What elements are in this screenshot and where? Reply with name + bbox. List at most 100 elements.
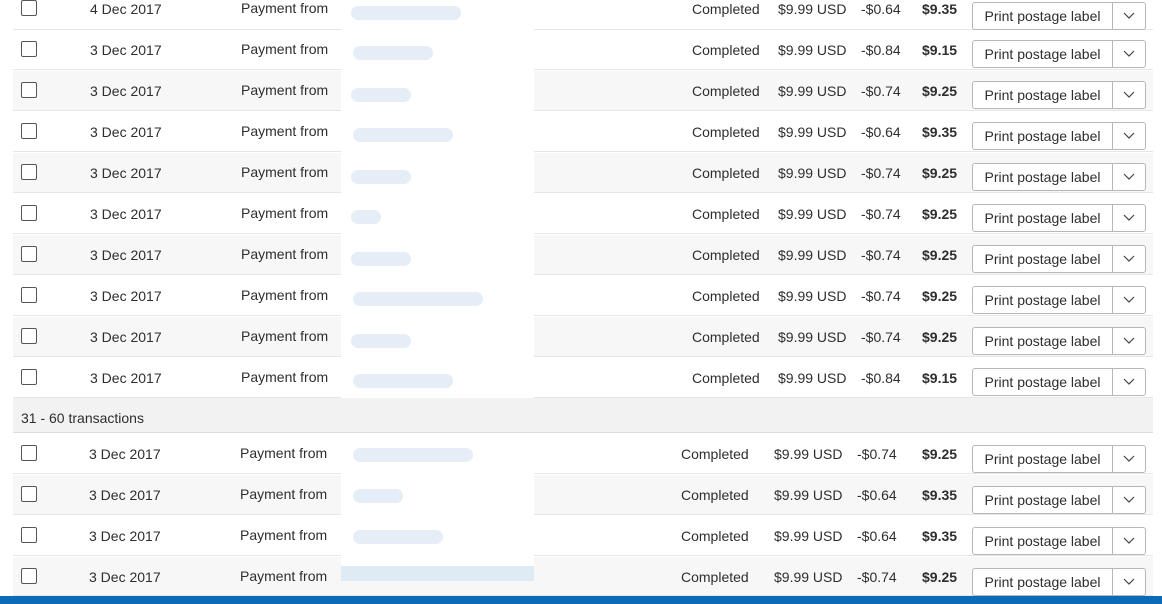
print-postage-label-main[interactable]: Print postage label — [973, 246, 1113, 272]
table-row[interactable]: 3 Dec 2017 Payment from Completed $9.99 … — [13, 557, 1153, 596]
print-postage-label-main[interactable]: Print postage label — [973, 205, 1113, 231]
chevron-down-icon[interactable] — [1113, 487, 1145, 513]
row-checkbox[interactable] — [21, 527, 37, 543]
print-postage-label-button[interactable]: Print postage label — [972, 81, 1146, 109]
table-row[interactable]: 3 Dec 2017 Payment from Completed $9.99 … — [13, 516, 1153, 556]
row-description[interactable]: Payment from — [241, 41, 328, 57]
row-fee: -$0.84 — [861, 370, 901, 386]
row-description[interactable]: Payment from — [241, 205, 328, 221]
row-description[interactable]: Payment from — [241, 123, 328, 139]
print-postage-label-button[interactable]: Print postage label — [972, 163, 1146, 191]
print-postage-label-button[interactable]: Print postage label — [972, 486, 1146, 514]
print-postage-label-main[interactable]: Print postage label — [973, 487, 1113, 513]
table-row[interactable]: 3 Dec 2017 Payment from Completed $9.99 … — [13, 235, 1153, 275]
row-checkbox[interactable] — [21, 0, 37, 16]
row-checkbox[interactable] — [21, 205, 37, 221]
print-postage-label-button[interactable]: Print postage label — [972, 40, 1146, 68]
print-postage-label-main[interactable]: Print postage label — [973, 369, 1113, 395]
chevron-down-icon[interactable] — [1113, 569, 1145, 595]
chevron-down-icon[interactable] — [1113, 246, 1145, 272]
chevron-down-icon[interactable] — [1113, 287, 1145, 313]
row-checkbox[interactable] — [21, 164, 37, 180]
row-checkbox[interactable] — [21, 287, 37, 303]
row-gross: $9.99 USD — [774, 569, 843, 585]
print-postage-label-button[interactable]: Print postage label — [972, 204, 1146, 232]
row-checkbox[interactable] — [21, 445, 37, 461]
chevron-down-icon[interactable] — [1113, 164, 1145, 190]
print-postage-label-main[interactable]: Print postage label — [973, 164, 1113, 190]
print-postage-label-button[interactable]: Print postage label — [972, 245, 1146, 273]
row-gross: $9.99 USD — [778, 1, 847, 17]
row-fee: -$0.64 — [857, 487, 897, 503]
print-postage-label-main[interactable]: Print postage label — [973, 123, 1113, 149]
row-date: 3 Dec 2017 — [90, 247, 162, 263]
table-row[interactable]: 4 Dec 2017 Payment from Completed $9.99 … — [13, 0, 1153, 30]
chevron-down-icon[interactable] — [1113, 3, 1145, 29]
row-checkbox[interactable] — [21, 486, 37, 502]
row-description[interactable]: Payment from — [240, 486, 327, 502]
print-postage-label-button[interactable]: Print postage label — [972, 368, 1146, 396]
row-checkbox[interactable] — [21, 568, 37, 584]
chevron-down-icon[interactable] — [1113, 205, 1145, 231]
chevron-down-icon[interactable] — [1113, 328, 1145, 354]
table-row[interactable]: 3 Dec 2017 Payment from Completed $9.99 … — [13, 475, 1153, 515]
row-description[interactable]: Payment from — [241, 164, 328, 180]
table-row[interactable]: 3 Dec 2017 Payment from Completed $9.99 … — [13, 30, 1153, 70]
print-postage-label-main[interactable]: Print postage label — [973, 287, 1113, 313]
print-postage-label-button[interactable]: Print postage label — [972, 327, 1146, 355]
row-description[interactable]: Payment from — [241, 369, 328, 385]
table-row[interactable]: 3 Dec 2017 Payment from Completed $9.99 … — [13, 358, 1153, 398]
print-postage-label-main[interactable]: Print postage label — [973, 3, 1113, 29]
chevron-down-icon[interactable] — [1113, 82, 1145, 108]
row-checkbox[interactable] — [21, 328, 37, 344]
row-description[interactable]: Payment from — [241, 246, 328, 262]
print-postage-label-main[interactable]: Print postage label — [973, 569, 1113, 595]
row-status: Completed — [692, 206, 760, 222]
row-description[interactable]: Payment from — [241, 82, 328, 98]
chevron-down-icon[interactable] — [1113, 41, 1145, 67]
row-checkbox[interactable] — [21, 123, 37, 139]
row-description[interactable]: Payment from — [240, 527, 327, 543]
table-row[interactable]: 3 Dec 2017 Payment from Completed $9.99 … — [13, 276, 1153, 316]
row-checkbox[interactable] — [21, 246, 37, 262]
row-checkbox[interactable] — [21, 82, 37, 98]
row-gross: $9.99 USD — [778, 370, 847, 386]
print-postage-label-main[interactable]: Print postage label — [973, 528, 1113, 554]
chevron-down-icon[interactable] — [1113, 369, 1145, 395]
print-postage-label-button[interactable]: Print postage label — [972, 122, 1146, 150]
table-row[interactable]: 3 Dec 2017 Payment from Completed $9.99 … — [13, 112, 1153, 152]
row-gross: $9.99 USD — [774, 446, 843, 462]
row-net: $9.15 — [922, 370, 958, 386]
row-description[interactable]: Payment from — [240, 445, 327, 461]
row-date: 3 Dec 2017 — [90, 83, 162, 99]
row-status: Completed — [692, 83, 760, 99]
row-description[interactable]: Payment from — [241, 328, 328, 344]
print-postage-label-main[interactable]: Print postage label — [973, 82, 1113, 108]
print-postage-label-button[interactable]: Print postage label — [972, 286, 1146, 314]
table-row[interactable]: 3 Dec 2017 Payment from Completed $9.99 … — [13, 434, 1153, 474]
row-description[interactable]: Payment from — [241, 287, 328, 303]
row-date: 3 Dec 2017 — [89, 569, 161, 585]
chevron-down-icon[interactable] — [1113, 446, 1145, 472]
section-header-label: 31 - 60 transactions — [21, 410, 144, 426]
row-status: Completed — [692, 42, 760, 58]
print-postage-label-main[interactable]: Print postage label — [973, 328, 1113, 354]
print-postage-label-main[interactable]: Print postage label — [973, 446, 1113, 472]
table-row[interactable]: 3 Dec 2017 Payment from Completed $9.99 … — [13, 194, 1153, 234]
row-checkbox[interactable] — [21, 369, 37, 385]
row-date: 3 Dec 2017 — [90, 370, 162, 386]
print-postage-label-button[interactable]: Print postage label — [972, 445, 1146, 473]
row-description[interactable]: Payment from — [241, 0, 328, 16]
print-postage-label-button[interactable]: Print postage label — [972, 2, 1146, 30]
print-postage-label-button[interactable]: Print postage label — [972, 527, 1146, 555]
table-row[interactable]: 3 Dec 2017 Payment from Completed $9.99 … — [13, 71, 1153, 111]
chevron-down-icon[interactable] — [1113, 528, 1145, 554]
row-description[interactable]: Payment from — [240, 568, 327, 584]
table-row[interactable]: 3 Dec 2017 Payment from Completed $9.99 … — [13, 153, 1153, 193]
print-postage-label-button[interactable]: Print postage label — [972, 568, 1146, 596]
print-postage-label-main[interactable]: Print postage label — [973, 41, 1113, 67]
row-checkbox[interactable] — [21, 41, 37, 57]
row-status: Completed — [681, 569, 749, 585]
chevron-down-icon[interactable] — [1113, 123, 1145, 149]
table-row[interactable]: 3 Dec 2017 Payment from Completed $9.99 … — [13, 317, 1153, 357]
